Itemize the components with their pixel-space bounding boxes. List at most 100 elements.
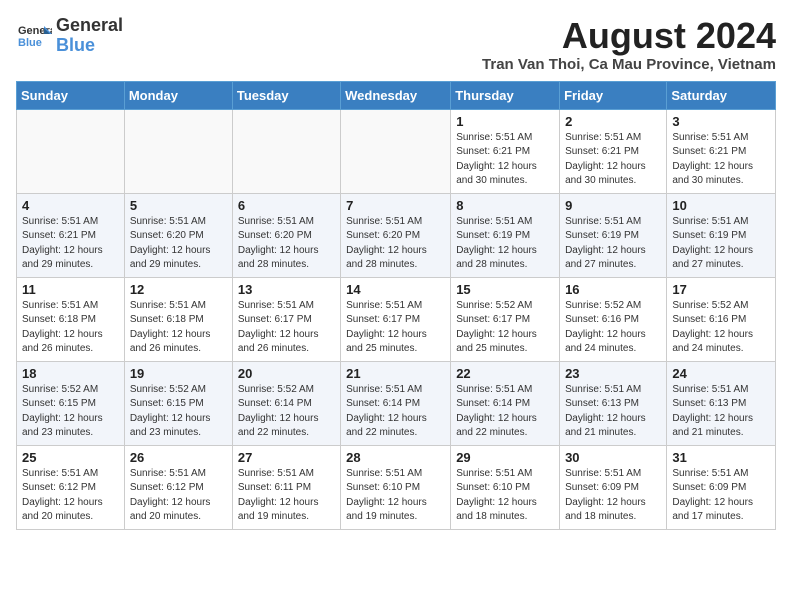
calendar-cell: 29Sunrise: 5:51 AM Sunset: 6:10 PM Dayli…: [451, 445, 560, 529]
day-number: 6: [238, 198, 335, 213]
day-info: Sunrise: 5:51 AM Sunset: 6:12 PM Dayligh…: [130, 467, 227, 525]
day-info: Sunrise: 5:51 AM Sunset: 6:10 PM Dayligh…: [346, 467, 445, 525]
day-number: 16: [565, 282, 661, 297]
day-info: Sunrise: 5:51 AM Sunset: 6:14 PM Dayligh…: [346, 383, 445, 441]
weekday-header-thursday: Thursday: [451, 81, 560, 109]
day-number: 25: [22, 450, 119, 465]
calendar-cell: 30 Sunrise: 5:51 AM Sunset: 6:09 PM Dayli…: [560, 445, 667, 529]
day-number: 18: [22, 366, 119, 381]
week-row-3: 11 Sunrise: 5:51 AM Sunset: 6:18 PM Dayli…: [17, 277, 776, 361]
calendar-cell: 23 Sunrise: 5:51 AM Sunset: 6:13 PM Dayli…: [560, 361, 667, 445]
day-number: 23: [565, 366, 661, 381]
week-row-5: 25 Sunrise: 5:51 AM Sunset: 6:12 PM Dayli…: [17, 445, 776, 529]
day-number: 4: [22, 198, 119, 213]
weekday-header-tuesday: Tuesday: [232, 81, 340, 109]
day-info: Sunrise: 5:51 AM Sunset: 6:12 PM Dayligh…: [22, 467, 119, 525]
day-info: Sunrise: 5:52 AM Sunset: 6:15 PM Dayligh…: [130, 383, 227, 441]
calendar-cell: 26 Sunrise: 5:51 AM Sunset: 6:12 PM Dayli…: [124, 445, 232, 529]
calendar-cell: 28 Sunrise: 5:51 AM Sunset: 6:10 PM Dayli…: [341, 445, 451, 529]
day-info: Sunrise: 5:51 AM Sunset: 6:09 PM Dayligh…: [672, 467, 770, 525]
day-info: Sunrise: 5:51 AM Sunset: 6:19 PM Dayligh…: [672, 215, 770, 273]
weekday-header-monday: Monday: [124, 81, 232, 109]
day-info: Sunrise: 5:51 AM Sunset: 6:21 PM Dayligh…: [22, 215, 119, 273]
day-number: 21: [346, 366, 445, 381]
day-number: 10: [672, 198, 770, 213]
day-info: Sunrise: 5:51 AM Sunset: 6:13 PM Dayligh…: [565, 383, 661, 441]
calendar-cell: 14 Sunrise: 5:51 AM Sunset: 6:17 PM Dayli…: [341, 277, 451, 361]
day-info: Sunrise: 5:51 AM Sunset: 6:13 PM Dayligh…: [672, 383, 770, 441]
day-number: 3: [672, 114, 770, 129]
day-info: Sunrise: 5:51 AM Sunset: 6:21 PM Dayligh…: [456, 131, 554, 189]
day-info: Sunrise: 5:51 AM Sunset: 6:21 PM Dayligh…: [672, 131, 770, 189]
calendar-cell: 8 Sunrise: 5:51 AM Sunset: 6:19 PM Daylig…: [451, 193, 560, 277]
week-row-1: 1 Sunrise: 5:51 AM Sunset: 6:21 PM Daylig…: [17, 109, 776, 193]
svg-text:Blue: Blue: [18, 37, 42, 49]
day-number: 14: [346, 282, 445, 297]
day-info: Sunrise: 5:51 AM Sunset: 6:20 PM Dayligh…: [238, 215, 335, 273]
day-number: 19: [130, 366, 227, 381]
day-info: Sunrise: 5:51 AM Sunset: 6:10 PM Dayligh…: [456, 467, 554, 525]
day-number: 9: [565, 198, 661, 213]
calendar-cell: 16 Sunrise: 5:52 AM Sunset: 6:16 PM Dayli…: [560, 277, 667, 361]
weekday-header-row: SundayMondayTuesdayWednesdayThursdayFrid…: [17, 81, 776, 109]
day-number: 7: [346, 198, 445, 213]
calendar-cell: 20Sunrise: 5:52 AM Sunset: 6:14 PM Dayli…: [232, 361, 340, 445]
calendar-cell: 25 Sunrise: 5:51 AM Sunset: 6:12 PM Dayli…: [17, 445, 125, 529]
week-row-2: 4 Sunrise: 5:51 AM Sunset: 6:21 PM Daylig…: [17, 193, 776, 277]
day-info: Sunrise: 5:52 AM Sunset: 6:16 PM Dayligh…: [672, 299, 770, 357]
calendar-cell: 18 Sunrise: 5:52 AM Sunset: 6:15 PM Dayli…: [17, 361, 125, 445]
calendar-cell: 15Sunrise: 5:52 AM Sunset: 6:17 PM Dayli…: [451, 277, 560, 361]
logo-line2: Blue: [56, 36, 123, 56]
calendar-cell: 4 Sunrise: 5:51 AM Sunset: 6:21 PM Daylig…: [17, 193, 125, 277]
logo-icon: General Blue: [16, 18, 52, 54]
day-number: 30: [565, 450, 661, 465]
calendar-cell: 7 Sunrise: 5:51 AM Sunset: 6:20 PM Daylig…: [341, 193, 451, 277]
calendar-cell: [232, 109, 340, 193]
day-info: Sunrise: 5:51 AM Sunset: 6:20 PM Dayligh…: [130, 215, 227, 273]
day-info: Sunrise: 5:51 AM Sunset: 6:11 PM Dayligh…: [238, 467, 335, 525]
calendar-cell: 19 Sunrise: 5:52 AM Sunset: 6:15 PM Dayli…: [124, 361, 232, 445]
day-number: 13: [238, 282, 335, 297]
calendar-cell: [17, 109, 125, 193]
calendar-cell: 3 Sunrise: 5:51 AM Sunset: 6:21 PM Daylig…: [667, 109, 776, 193]
week-row-4: 18 Sunrise: 5:52 AM Sunset: 6:15 PM Dayli…: [17, 361, 776, 445]
day-info: Sunrise: 5:51 AM Sunset: 6:17 PM Dayligh…: [346, 299, 445, 357]
day-number: 26: [130, 450, 227, 465]
day-info: Sunrise: 5:52 AM Sunset: 6:14 PM Dayligh…: [238, 383, 335, 441]
day-info: Sunrise: 5:51 AM Sunset: 6:18 PM Dayligh…: [22, 299, 119, 357]
page-header: General Blue General Blue August 2024 Tr…: [16, 16, 776, 73]
day-info: Sunrise: 5:51 AM Sunset: 6:19 PM Dayligh…: [456, 215, 554, 273]
day-number: 28: [346, 450, 445, 465]
day-number: 12: [130, 282, 227, 297]
day-number: 22: [456, 366, 554, 381]
day-info: Sunrise: 5:52 AM Sunset: 6:16 PM Dayligh…: [565, 299, 661, 357]
calendar-cell: 2Sunrise: 5:51 AM Sunset: 6:21 PM Daylig…: [560, 109, 667, 193]
calendar-cell: 6 Sunrise: 5:51 AM Sunset: 6:20 PM Daylig…: [232, 193, 340, 277]
day-number: 24: [672, 366, 770, 381]
logo-text: General Blue: [56, 16, 123, 56]
calendar-cell: 1 Sunrise: 5:51 AM Sunset: 6:21 PM Daylig…: [451, 109, 560, 193]
day-number: 5: [130, 198, 227, 213]
day-info: Sunrise: 5:51 AM Sunset: 6:19 PM Dayligh…: [565, 215, 661, 273]
day-info: Sunrise: 5:51 AM Sunset: 6:09 PM Dayligh…: [565, 467, 661, 525]
day-info: Sunrise: 5:51 AM Sunset: 6:14 PM Dayligh…: [456, 383, 554, 441]
weekday-header-friday: Friday: [560, 81, 667, 109]
day-info: Sunrise: 5:51 AM Sunset: 6:20 PM Dayligh…: [346, 215, 445, 273]
day-info: Sunrise: 5:52 AM Sunset: 6:15 PM Dayligh…: [22, 383, 119, 441]
calendar-cell: 17Sunrise: 5:52 AM Sunset: 6:16 PM Dayli…: [667, 277, 776, 361]
day-number: 1: [456, 114, 554, 129]
logo-line1: General: [56, 16, 123, 36]
calendar-cell: 22 Sunrise: 5:51 AM Sunset: 6:14 PM Dayli…: [451, 361, 560, 445]
location: Tran Van Thoi, Ca Mau Province, Vietnam: [482, 56, 776, 73]
calendar-cell: 10 Sunrise: 5:51 AM Sunset: 6:19 PM Dayli…: [667, 193, 776, 277]
weekday-header-sunday: Sunday: [17, 81, 125, 109]
day-number: 15: [456, 282, 554, 297]
day-number: 11: [22, 282, 119, 297]
title-area: August 2024 Tran Van Thoi, Ca Mau Provin…: [482, 16, 776, 73]
day-number: 8: [456, 198, 554, 213]
day-number: 27: [238, 450, 335, 465]
calendar-cell: 13Sunrise: 5:51 AM Sunset: 6:17 PM Dayli…: [232, 277, 340, 361]
weekday-header-saturday: Saturday: [667, 81, 776, 109]
month-year: August 2024: [482, 16, 776, 56]
calendar-cell: [341, 109, 451, 193]
